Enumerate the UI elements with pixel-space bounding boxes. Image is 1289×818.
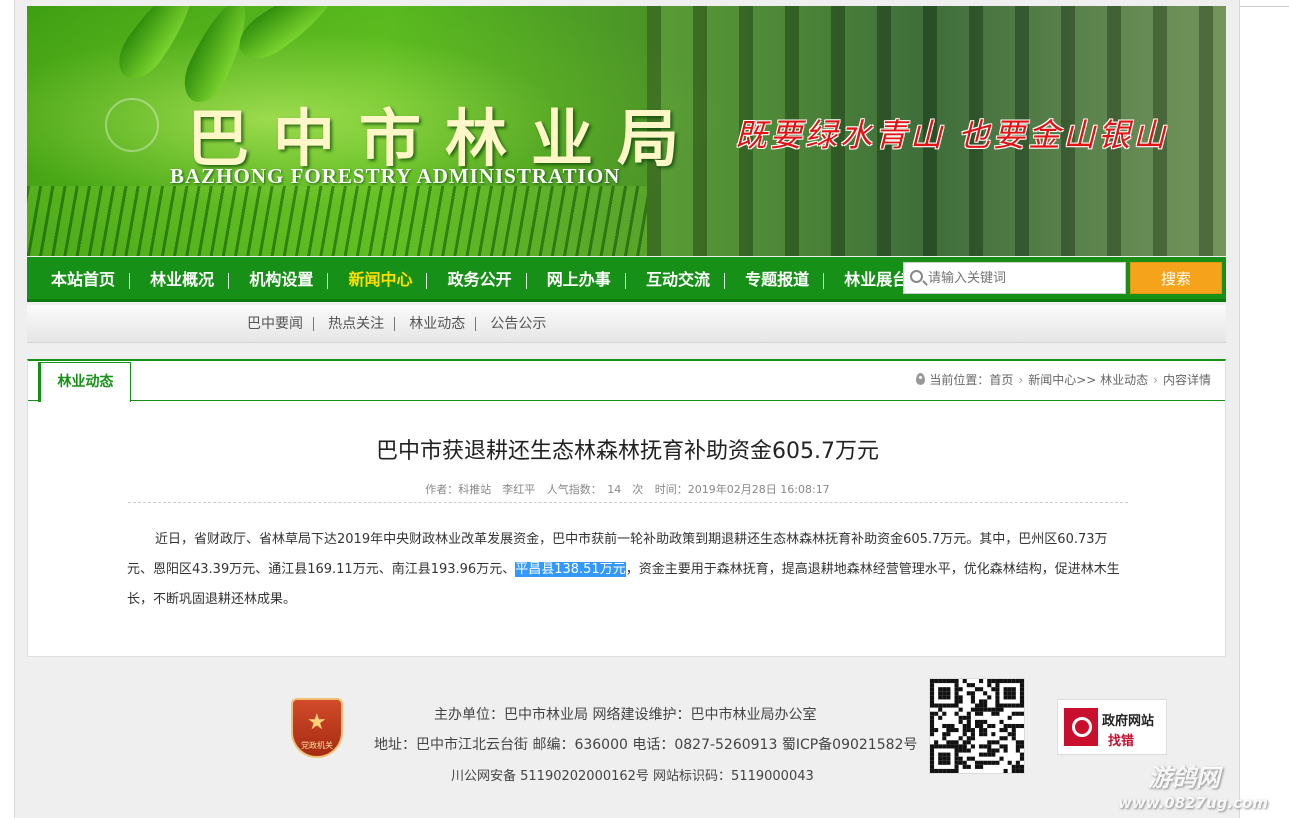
nav-label: 本站首页 bbox=[51, 270, 116, 289]
nav-separator bbox=[823, 272, 825, 289]
subnav-item-forestry-news[interactable]: 林业动态 bbox=[409, 305, 486, 343]
location-pin-icon bbox=[916, 373, 926, 385]
breadcrumb-current: 内容详情 bbox=[1162, 373, 1211, 387]
nav-item-home[interactable]: 本站首页 bbox=[45, 257, 138, 302]
footer-sponsor: 主办单位：巴中市林业局 网络建设维护：巴中市林业局办公室 bbox=[434, 707, 817, 723]
sub-nav-list: 巴中要闻 热点关注 林业动态 公告公示 bbox=[247, 305, 546, 343]
subnav-label: 巴中要闻 bbox=[247, 316, 303, 332]
subnav-label: 热点关注 bbox=[328, 316, 385, 332]
search-button[interactable]: 搜索 bbox=[1130, 262, 1222, 294]
breadcrumb-home[interactable]: 当前位置：首页 bbox=[929, 373, 1013, 387]
chevron-right-icon: › bbox=[1018, 373, 1024, 387]
nav-label: 网上办事 bbox=[546, 270, 611, 289]
chevron-right-icon: › bbox=[1153, 373, 1158, 387]
gov-website-error-report[interactable]: 政府网站 找错 bbox=[1057, 699, 1167, 755]
article-views: 人气指数： 14 次 bbox=[546, 483, 644, 496]
nav-label: 林业展台 bbox=[844, 270, 909, 289]
footer-address: 地址：巴中市江北云台街 邮编：636000 电话：0827-5260913 蜀I… bbox=[374, 737, 918, 753]
emblem-icon: ★ bbox=[307, 710, 327, 735]
nav-separator bbox=[723, 272, 725, 289]
nav-item-interaction[interactable]: 互动交流 bbox=[638, 257, 733, 302]
subnav-separator bbox=[313, 317, 314, 331]
nav-separator bbox=[129, 272, 131, 289]
main-nav: 本站首页 林业概况 机构设置 新闻中心 政务公开 网上办事 互动交流 专题报道 … bbox=[27, 257, 1226, 302]
qr-code-icon bbox=[929, 678, 1025, 774]
site-banner: 巴中市林业局 BAZHONG FORESTRY ADMINISTRATION 既… bbox=[27, 6, 1226, 256]
site-title-english: BAZHONG FORESTRY ADMINISTRATION bbox=[170, 164, 621, 188]
nav-label: 林业概况 bbox=[150, 270, 215, 289]
nav-separator bbox=[525, 272, 527, 289]
nav-label: 机构设置 bbox=[249, 270, 314, 289]
subnav-label: 公告公示 bbox=[490, 316, 547, 332]
nav-item-organization[interactable]: 机构设置 bbox=[241, 257, 336, 302]
article-meta: 作者：科推站 李红平 人气指数： 14 次 时间：2019年02月28日 16:… bbox=[28, 481, 1227, 497]
tab-forestry-news[interactable]: 林业动态 bbox=[38, 362, 131, 402]
magnifier-icon bbox=[1064, 708, 1098, 746]
breadcrumb-forestry-news[interactable]: 林业动态 bbox=[1100, 373, 1148, 387]
selected-text: 平昌县138.51万元 bbox=[515, 562, 626, 577]
nav-separator bbox=[327, 272, 329, 289]
subnav-item-bazhong-news[interactable]: 巴中要闻 bbox=[247, 305, 324, 343]
breadcrumb-news-center[interactable]: 新闻中心>> bbox=[1028, 373, 1096, 387]
sub-nav: 巴中要闻 热点关注 林业动态 公告公示 bbox=[27, 305, 1226, 343]
section-tab-bar: 林业动态 当前位置：首页 › 新闻中心>> 林业动态 › 内容详情 bbox=[28, 361, 1225, 402]
nav-label: 新闻中心 bbox=[348, 270, 413, 289]
search-input[interactable] bbox=[928, 263, 1124, 293]
bubble-decoration bbox=[105, 98, 159, 152]
article-author: 作者：科推站 李红平 bbox=[425, 483, 536, 496]
divider bbox=[128, 502, 1128, 503]
footer-record: 川公网安备 51190202000162号 网站标识码：5119000043 bbox=[451, 769, 814, 784]
nav-item-news[interactable]: 新闻中心 bbox=[340, 257, 435, 302]
nav-label: 政务公开 bbox=[447, 270, 512, 289]
article-time: 时间：2019年02月28日 16:08:17 bbox=[654, 483, 830, 496]
report-error-label: 找错 bbox=[1108, 734, 1135, 749]
badge-label: 党政机关 bbox=[301, 741, 333, 750]
nav-item-government-affairs[interactable]: 政务公开 bbox=[440, 257, 535, 302]
nav-label: 互动交流 bbox=[645, 270, 710, 289]
banner-grass bbox=[27, 186, 647, 256]
top-divider bbox=[1240, 6, 1289, 7]
main-nav-list: 本站首页 林业概况 机构设置 新闻中心 政务公开 网上办事 互动交流 专题报道 … bbox=[45, 257, 923, 302]
watermark-url: www.0827ug.com bbox=[1118, 794, 1268, 812]
nav-separator bbox=[426, 272, 428, 289]
search-box bbox=[903, 262, 1126, 294]
subnav-separator bbox=[394, 317, 396, 331]
gov-label: 政府网站 bbox=[1102, 714, 1155, 729]
site-slogan: 既要绿水青山 也要金山银山 bbox=[735, 116, 1169, 154]
subnav-label: 林业动态 bbox=[409, 316, 466, 332]
nav-separator bbox=[624, 272, 626, 289]
footer: ★ 党政机关 主办单位：巴中市林业局 网络建设维护：巴中市林业局办公室 地址：巴… bbox=[27, 668, 1226, 818]
nav-item-special-reports[interactable]: 专题报道 bbox=[737, 257, 832, 302]
nav-label: 专题报道 bbox=[745, 270, 810, 289]
watermark-logo: 游鸽网 bbox=[1148, 764, 1220, 792]
article-panel: 林业动态 当前位置：首页 › 新闻中心>> 林业动态 › 内容详情 巴中市获退耕还生态林… bbox=[27, 359, 1226, 657]
article-body: 近日，省财政厅、省林草局下达2019年中央财政林业改革发展资金，巴中市获前一轮补… bbox=[127, 525, 1129, 615]
article-title: 巴中市获退耕还生态林森林抚育补助资金605.7万元 bbox=[376, 439, 879, 464]
search-icon bbox=[910, 270, 923, 283]
subnav-item-hot-topics[interactable]: 热点关注 bbox=[328, 305, 405, 343]
breadcrumb: 当前位置：首页 › 新闻中心>> 林业动态 › 内容详情 bbox=[916, 371, 1211, 388]
subnav-separator bbox=[475, 317, 477, 331]
nav-separator bbox=[228, 272, 230, 289]
nav-item-online-services[interactable]: 网上办事 bbox=[539, 257, 634, 302]
nav-item-overview[interactable]: 林业概况 bbox=[142, 257, 237, 302]
subnav-item-announcements[interactable]: 公告公示 bbox=[490, 305, 546, 343]
party-government-badge[interactable]: ★ 党政机关 bbox=[291, 698, 343, 758]
qr-code-graphic bbox=[930, 679, 1024, 773]
